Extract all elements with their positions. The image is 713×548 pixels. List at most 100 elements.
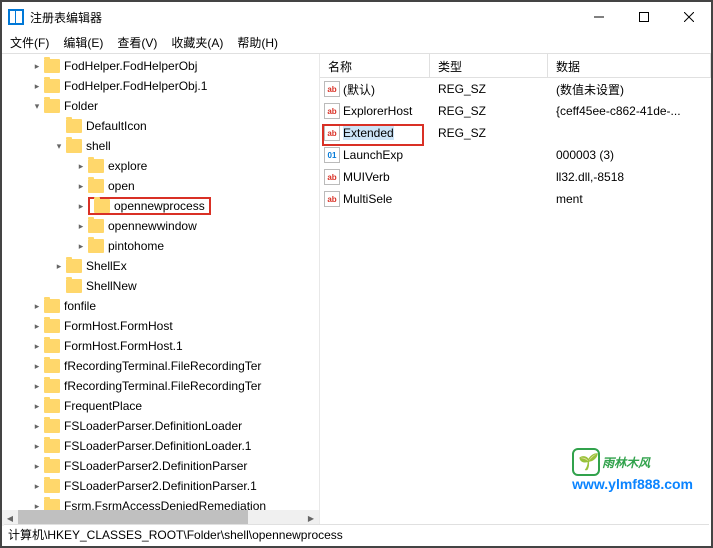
tree-item[interactable]: ShellNew — [2, 276, 319, 296]
expand-icon[interactable]: ▸ — [30, 459, 44, 473]
folder-icon — [88, 239, 104, 253]
tree-item[interactable]: ▸FSLoaderParser2.DefinitionParser.1 — [2, 476, 319, 496]
tree-label: fRecordingTerminal.FileRecordingTer — [64, 379, 261, 393]
tree-label: FodHelper.FodHelperObj — [64, 59, 197, 73]
window-title: 注册表编辑器 — [30, 9, 576, 26]
folder-icon — [88, 159, 104, 173]
expand-icon[interactable]: ▸ — [30, 439, 44, 453]
tree-label: FrequentPlace — [64, 399, 142, 413]
tree-label: FSLoaderParser.DefinitionLoader — [64, 419, 242, 433]
value-type: REG_SZ — [430, 126, 548, 140]
tree-item[interactable]: ▸ fRecordingTerminal.FileRecordingTer — [2, 376, 319, 396]
tree-item[interactable]: ▸opennewwindow — [2, 216, 319, 236]
expand-icon[interactable]: ▸ — [30, 419, 44, 433]
tree-item[interactable]: ▸ fRecordingTerminal.FileRecordingTer — [2, 356, 319, 376]
tree-label: explore — [108, 159, 147, 173]
tree-item[interactable]: ▸FormHost.FormHost — [2, 316, 319, 336]
folder-icon — [66, 139, 82, 153]
expand-icon[interactable]: ▸ — [30, 339, 44, 353]
tree-item[interactable]: ▸ FrequentPlace — [2, 396, 319, 416]
tree-item[interactable]: ▸ open — [2, 176, 319, 196]
tree-label: shell — [86, 139, 111, 153]
tree-item[interactable]: ▸ FSLoaderParser2.DefinitionParser — [2, 456, 319, 476]
maximize-button[interactable] — [621, 2, 666, 32]
expand-icon[interactable]: ▸ — [52, 259, 66, 273]
status-path: 计算机\HKEY_CLASSES_ROOT\Folder\shell\openn… — [8, 526, 343, 543]
expand-icon[interactable]: ▸ — [74, 199, 88, 213]
expand-icon[interactable]: ▸ — [30, 479, 44, 493]
folder-icon — [66, 119, 82, 133]
value-row[interactable]: 01LaunchExp000003 (3) — [320, 144, 711, 166]
expand-icon[interactable]: ▸ — [74, 159, 88, 173]
col-header-name[interactable]: 名称 — [320, 54, 430, 77]
tree-item[interactable]: ▸ShellEx — [2, 256, 319, 276]
value-row[interactable]: abMultiSelement — [320, 188, 711, 210]
value-row[interactable]: abMUIVerbll32.dll,-8518 — [320, 166, 711, 188]
tree-label: fRecordingTerminal.FileRecordingTer — [64, 359, 261, 373]
menu-view[interactable]: 查看(V) — [117, 34, 157, 51]
tree-label: FSLoaderParser.DefinitionLoader.1 — [64, 439, 251, 453]
expand-icon[interactable]: ▸ — [30, 59, 44, 73]
folder-icon — [94, 199, 110, 213]
close-button[interactable] — [666, 2, 711, 32]
tree-item[interactable]: DefaultIcon — [2, 116, 319, 136]
tree-pane[interactable]: ▸ FodHelper.FodHelperObj ▸FodHelper.FodHel… — [2, 54, 320, 526]
expand-icon[interactable]: ▸ — [74, 219, 88, 233]
expand-icon[interactable]: ▸ — [30, 359, 44, 373]
tree-item[interactable]: ▸ fonfile — [2, 296, 319, 316]
value-name: MultiSele — [343, 192, 392, 206]
expand-icon[interactable]: ▾ — [30, 99, 44, 113]
tree-item[interactable]: ▸ FSLoaderParser.DefinitionLoader — [2, 416, 319, 436]
value-name: ExplorerHost — [343, 104, 412, 118]
folder-icon — [44, 439, 60, 453]
watermark: 🌱 雨林木风 www.ylmf888.com — [572, 448, 693, 492]
tree-item[interactable]: ▸ FodHelper.FodHelperObj — [2, 56, 319, 76]
expand-icon[interactable]: ▸ — [30, 79, 44, 93]
expand-icon[interactable]: ▸ — [74, 179, 88, 193]
tree-item[interactable]: ▸FodHelper.FodHelperObj.1 — [2, 76, 319, 96]
string-value-icon: ab — [324, 169, 340, 185]
expand-icon[interactable] — [52, 279, 66, 293]
tree-item[interactable]: ▸ explore — [2, 156, 319, 176]
tree-item[interactable]: ▸FormHost.FormHost.1 — [2, 336, 319, 356]
menu-edit[interactable]: 编辑(E) — [63, 34, 103, 51]
tree-item[interactable]: ▾Folder — [2, 96, 319, 116]
tree-item[interactable]: ▸opennewprocess — [2, 196, 319, 216]
value-type: REG_SZ — [430, 104, 548, 118]
expand-icon[interactable]: ▸ — [74, 239, 88, 253]
col-header-data[interactable]: 数据 — [548, 54, 711, 77]
list-header[interactable]: 名称 类型 数据 — [320, 54, 711, 78]
folder-icon — [88, 219, 104, 233]
value-name: (默认) — [343, 81, 375, 98]
menu-help[interactable]: 帮助(H) — [237, 34, 278, 51]
expand-icon[interactable]: ▸ — [30, 379, 44, 393]
menu-favorites[interactable]: 收藏夹(A) — [171, 34, 223, 51]
folder-icon — [44, 459, 60, 473]
tree-label: pintohome — [108, 239, 164, 253]
value-name: LaunchExp — [343, 148, 403, 162]
value-row[interactable]: ab(默认)REG_SZ(数值未设置) — [320, 78, 711, 100]
expand-icon[interactable]: ▸ — [30, 319, 44, 333]
expand-icon[interactable]: ▾ — [52, 139, 66, 153]
col-header-type[interactable]: 类型 — [430, 54, 548, 77]
folder-icon — [44, 399, 60, 413]
value-data: 000003 (3) — [548, 148, 711, 162]
watermark-url: www.ylmf888.com — [572, 476, 693, 492]
watermark-brand: 雨林木风 — [602, 454, 650, 471]
value-row[interactable]: abExtendedREG_SZ — [320, 122, 711, 144]
value-row[interactable]: abExplorerHostREG_SZ{ceff45ee-c862-41de-… — [320, 100, 711, 122]
menu-file[interactable]: 文件(F) — [10, 34, 49, 51]
sprout-icon: 🌱 — [572, 448, 600, 476]
expand-icon[interactable]: ▸ — [30, 399, 44, 413]
tree-item[interactable]: ▸ pintohome — [2, 236, 319, 256]
expand-icon[interactable]: ▸ — [30, 299, 44, 313]
tree-item[interactable]: ▸ FSLoaderParser.DefinitionLoader.1 — [2, 436, 319, 456]
tree-label: FSLoaderParser2.DefinitionParser — [64, 459, 247, 473]
minimize-button[interactable] — [576, 2, 621, 32]
tree-item[interactable]: ▾ shell — [2, 136, 319, 156]
tree-label: open — [108, 179, 135, 193]
expand-icon[interactable] — [52, 119, 66, 133]
tree-label: fonfile — [64, 299, 96, 313]
folder-icon — [44, 99, 60, 113]
window-controls — [576, 2, 711, 32]
